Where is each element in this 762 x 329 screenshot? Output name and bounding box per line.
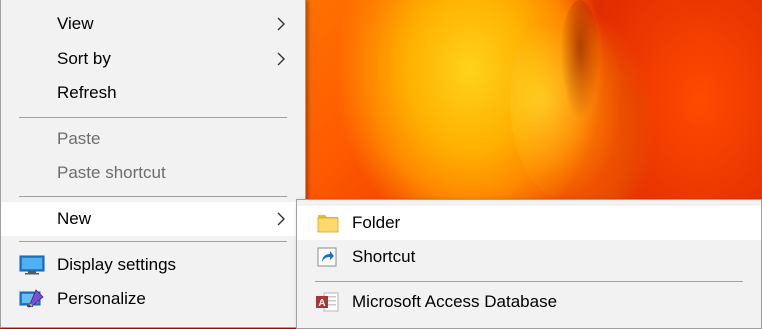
menu-item-sort-by[interactable]: Sort by (1, 42, 305, 76)
menu-item-sort-by-label: Sort by (57, 49, 111, 68)
desktop-context-menu: View Sort by Refresh Paste Paste shortcu… (0, 0, 306, 328)
menu-item-personalize-label: Personalize (57, 289, 146, 308)
shortcut-icon (317, 247, 337, 267)
menu-item-refresh-label: Refresh (57, 83, 117, 102)
folder-icon (317, 215, 339, 233)
display-settings-icon (19, 255, 45, 275)
access-database-icon: A (316, 292, 339, 312)
chevron-right-icon (277, 17, 285, 31)
menu-item-paste-shortcut[interactable]: Paste shortcut (1, 156, 305, 190)
menu-item-new[interactable]: New (1, 202, 305, 236)
wallpaper-petal-shadow (560, 0, 600, 120)
menu-item-refresh[interactable]: Refresh (1, 76, 305, 110)
menu-item-personalize[interactable]: Personalize (1, 282, 305, 316)
menu-item-view-label: View (57, 14, 94, 33)
submenu-item-access-database-label: Microsoft Access Database (352, 292, 558, 311)
submenu-item-folder-label: Folder (352, 213, 401, 232)
menu-separator (19, 117, 287, 118)
menu-item-paste-shortcut-label: Paste shortcut (57, 163, 166, 182)
submenu-item-shortcut[interactable]: Shortcut (297, 240, 761, 274)
personalize-icon (19, 289, 44, 308)
menu-item-display-settings-label: Display settings (57, 255, 177, 274)
menu-separator (19, 196, 287, 197)
chevron-right-icon (277, 212, 285, 226)
menu-item-view[interactable]: View (1, 7, 305, 41)
menu-item-paste-label: Paste (57, 129, 101, 148)
menu-item-display-settings[interactable]: Display settings (1, 248, 305, 282)
svg-text:A: A (318, 298, 325, 309)
submenu-item-shortcut-label: Shortcut (352, 247, 416, 266)
menu-item-paste[interactable]: Paste (1, 122, 305, 156)
submenu-item-access-database[interactable]: A Microsoft Access Database (297, 285, 761, 319)
menu-separator (19, 241, 287, 242)
menu-item-new-label: New (57, 209, 92, 228)
submenu-item-folder[interactable]: Folder (297, 206, 761, 240)
chevron-right-icon (277, 52, 285, 66)
menu-separator (315, 281, 743, 282)
new-submenu: Folder Shortcut A Microsoft Access Datab… (296, 199, 762, 329)
